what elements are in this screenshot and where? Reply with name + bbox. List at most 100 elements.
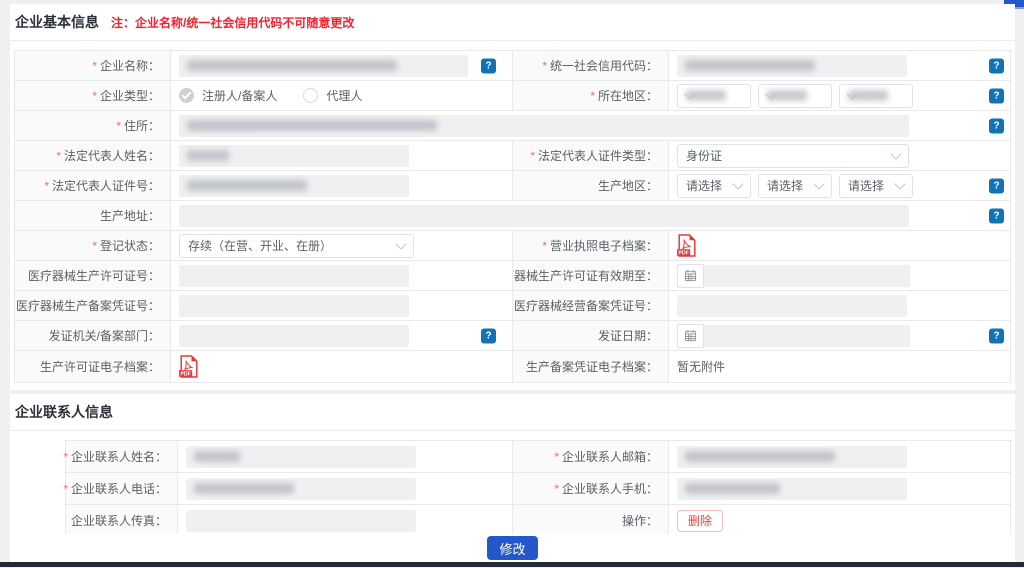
md-prod-license-no-input[interactable]	[179, 265, 409, 287]
address-label: * 住所：	[15, 111, 171, 141]
basic-info-header: 企业基本信息 注：企业名称/统一社会信用代码不可随意更改	[10, 4, 1015, 41]
contact-mobile-input[interactable]	[677, 478, 907, 500]
help-icon[interactable]: ?	[481, 58, 496, 73]
pdf-file-icon[interactable]: PDF	[677, 234, 696, 257]
prod-address-input[interactable]	[179, 205, 909, 227]
chevron-down-icon	[890, 148, 901, 159]
legal-name-label: * 法定代表人姓名：	[15, 141, 171, 171]
table-row: 医疗器械生产许可证号： 医疗器械生产许可证有效期至：	[15, 261, 1012, 291]
required-marker: *	[590, 89, 595, 103]
pdf-file-icon[interactable]: PDF	[179, 355, 198, 378]
required-marker: *	[530, 149, 535, 163]
chevron-down-icon	[894, 178, 905, 189]
company-type-label: * 企业类型：	[15, 81, 171, 111]
help-icon[interactable]: ?	[989, 58, 1004, 73]
help-icon[interactable]: ?	[989, 328, 1004, 343]
chevron-down-icon	[395, 238, 406, 249]
prod-region-city-select[interactable]: 请选择	[758, 174, 832, 198]
legal-id-type-select[interactable]: 身份证	[677, 144, 909, 168]
reg-status-label: * 登记状态：	[15, 231, 171, 261]
contact-name-label: * 企业联系人姓名：	[66, 441, 178, 473]
help-icon[interactable]: ?	[989, 208, 1004, 223]
contact-phone-label: * 企业联系人电话：	[66, 473, 178, 505]
required-marker: *	[56, 149, 61, 163]
footer-bar: 修改	[10, 534, 1015, 562]
prod-license-efile-label: 生产许可证电子档案：	[15, 351, 171, 383]
table-row: * 企业联系人姓名： * 企业联系人邮箱：	[66, 441, 1012, 473]
basic-info-table: * 企业名称： ? * 统一社会信用代码： ?	[14, 50, 1012, 383]
help-icon[interactable]: ?	[989, 118, 1004, 133]
issue-date-label: 发证日期：	[513, 321, 669, 351]
legal-id-no-label: * 法定代表人证件号：	[15, 171, 171, 201]
calendar-icon[interactable]	[677, 264, 704, 288]
md-prod-license-no-label: 医疗器械生产许可证号：	[15, 261, 171, 291]
issuing-authority-input[interactable]	[179, 325, 409, 347]
table-row: * 登记状态： 存续（在营、开业、在册） * 营业执照电子档案：	[15, 231, 1012, 261]
contact-mobile-label: * 企业联系人手机：	[513, 473, 669, 505]
page: 企业基本信息 注：企业名称/统一社会信用代码不可随意更改 * 企业名称： ? *	[0, 0, 1024, 568]
no-attachment-text: 暂无附件	[677, 358, 725, 375]
redacted-value	[187, 180, 307, 191]
required-marker: *	[63, 482, 68, 496]
required-marker: *	[92, 239, 97, 253]
redacted-value	[187, 60, 397, 71]
table-row: * 住所： ?	[15, 111, 1012, 141]
table-row: * 法定代表人证件号： 生产地区： 请选择	[15, 171, 1012, 201]
address-input[interactable]	[179, 115, 909, 137]
radio-registrant[interactable]: 注册人/备案人	[179, 87, 277, 104]
table-row: 企业联系人传真： 操作： 删除	[66, 505, 1012, 537]
required-marker: *	[63, 450, 68, 464]
required-marker: *	[44, 179, 49, 193]
modify-button[interactable]: 修改	[487, 536, 537, 560]
table-row: * 企业类型： 注册人/备案人 代理人 * 所在地区：	[15, 81, 1012, 111]
company-name-input[interactable]	[179, 55, 468, 77]
contact-email-input[interactable]	[677, 446, 907, 468]
required-marker: *	[92, 59, 97, 73]
legal-id-type-label: * 法定代表人证件类型：	[513, 141, 669, 171]
contact-fax-input[interactable]	[186, 510, 416, 532]
legal-id-no-input[interactable]	[179, 175, 409, 197]
table-row: 医疗器械生产备案凭证号： 医疗器械经营备案凭证号：	[15, 291, 1012, 321]
table-row: * 法定代表人姓名： * 法定代表人证件类型： 身份证	[15, 141, 1012, 171]
contact-phone-input[interactable]	[186, 478, 416, 500]
md-prod-record-no-input[interactable]	[179, 295, 409, 317]
radio-agent[interactable]: 代理人	[303, 87, 362, 104]
redacted-value	[194, 451, 240, 462]
license-efile-label: * 营业执照电子档案：	[513, 231, 669, 261]
md-prod-license-expiry-input[interactable]	[704, 265, 910, 287]
credit-code-label: * 统一社会信用代码：	[513, 51, 669, 81]
section-title-contact: 企业联系人信息	[15, 402, 113, 422]
table-row: 生产地址： ?	[15, 201, 1012, 231]
table-row: * 企业联系人电话： * 企业联系人手机：	[66, 473, 1012, 505]
delete-contact-button[interactable]: 删除	[677, 510, 723, 532]
redacted-value	[685, 60, 815, 71]
md-prod-record-no-label: 医疗器械生产备案凭证号：	[15, 291, 171, 321]
calendar-icon[interactable]	[677, 324, 704, 348]
md-biz-record-no-input[interactable]	[677, 295, 907, 317]
help-icon[interactable]: ?	[481, 328, 496, 343]
required-marker: *	[554, 450, 559, 464]
prod-region-label: 生产地区：	[513, 171, 669, 201]
contact-name-input[interactable]	[186, 446, 416, 468]
issue-date-input[interactable]	[704, 325, 910, 347]
help-icon[interactable]: ?	[989, 178, 1004, 193]
bottom-navy-bar	[0, 562, 1024, 567]
svg-text:PDF: PDF	[678, 250, 688, 256]
redacted-value	[194, 483, 294, 494]
section-title-basic: 企业基本信息	[15, 12, 99, 32]
md-biz-record-no-label: 医疗器械经营备案凭证号：	[513, 291, 669, 321]
credit-code-input[interactable]	[677, 55, 907, 77]
contact-email-label: * 企业联系人邮箱：	[513, 441, 669, 473]
region-city-select[interactable]	[758, 84, 832, 108]
legal-name-input[interactable]	[179, 145, 409, 167]
reg-status-select[interactable]: 存续（在营、开业、在册）	[179, 234, 414, 258]
prod-region-province-select[interactable]: 请选择	[677, 174, 751, 198]
redacted-value	[685, 483, 780, 494]
help-icon[interactable]: ?	[989, 88, 1004, 103]
region-province-select[interactable]	[677, 84, 751, 108]
prod-region-district-select[interactable]: 请选择	[839, 174, 913, 198]
contact-info-table: * 企业联系人姓名： * 企业联系人邮箱：	[65, 440, 1012, 537]
table-row: 发证机关/备案部门： ? 发证日期：	[15, 321, 1012, 351]
region-district-select[interactable]	[839, 84, 913, 108]
redacted-value	[187, 120, 437, 131]
